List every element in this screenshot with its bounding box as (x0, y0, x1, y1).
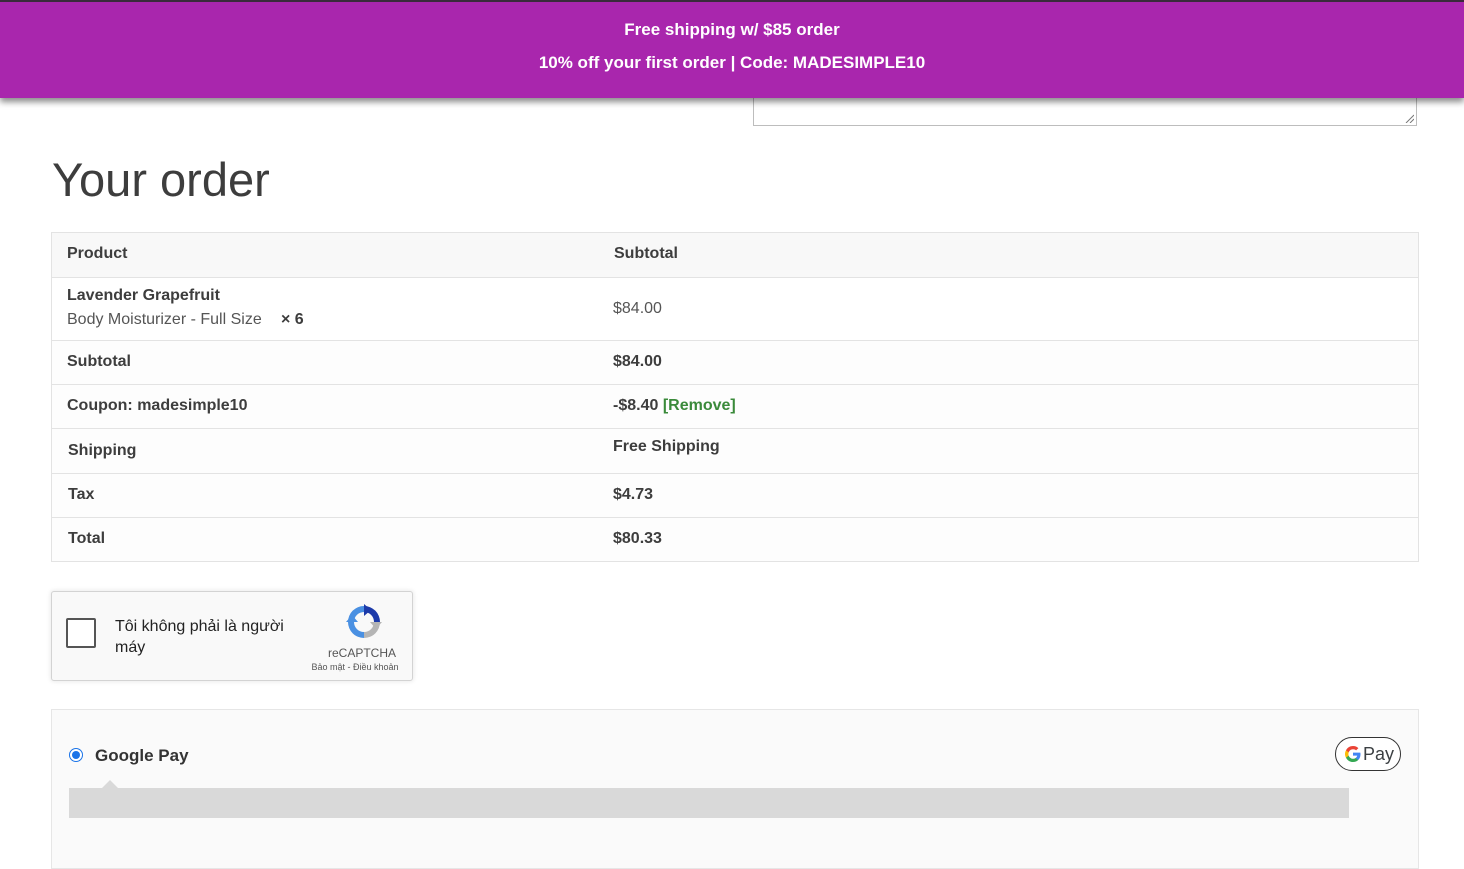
promo-banner: Free shipping w/ $85 order 10% off your … (0, 0, 1464, 98)
google-pay-badge: Pay (1335, 737, 1401, 771)
shipping-value: Free Shipping (613, 438, 720, 455)
tax-value: $4.73 (613, 486, 654, 503)
payment-methods: Google Pay Pay (51, 709, 1419, 869)
product-line-total: $84.00 (613, 300, 662, 317)
total-value: $80.33 (613, 530, 662, 547)
page-title: Your order (52, 153, 270, 206)
shipping-row: Shipping Free Shipping (52, 428, 1418, 473)
subtotal-value: $84.00 (613, 353, 662, 370)
tax-row: Tax $4.73 (52, 473, 1418, 517)
recaptcha-brand: reCAPTCHA (327, 646, 396, 660)
coupon-value: -$8.40 [Remove] (613, 397, 736, 415)
recaptcha-logo-icon (346, 604, 382, 638)
recaptcha-terms-link[interactable]: Bảo mật - Điều khoản (300, 662, 410, 672)
google-pay-badge-text: Pay (1363, 744, 1395, 764)
google-pay-button-placeholder[interactable] (69, 788, 1349, 818)
header-subtotal: Subtotal (614, 245, 678, 262)
payment-box-pointer (102, 780, 118, 788)
product-quantity: × 6 (281, 311, 304, 328)
recaptcha-checkbox[interactable] (66, 618, 96, 648)
coupon-discount: -$8.40 (613, 397, 659, 414)
table-row: Lavender Grapefruit Body Moisturizer - F… (52, 277, 1418, 340)
product-name: Lavender Grapefruit (67, 287, 220, 304)
subtotal-row: Subtotal $84.00 (52, 340, 1418, 384)
google-pay-label[interactable]: Google Pay (95, 746, 189, 766)
total-label: Total (68, 530, 106, 547)
remove-coupon-link[interactable]: [Remove] (663, 397, 736, 414)
product-variant: Body Moisturizer - Full Size (67, 311, 262, 328)
coupon-row: Coupon: madesimple10 -$8.40 [Remove] (52, 384, 1418, 428)
order-review-table: Product Subtotal Lavender Grapefruit Bod… (51, 232, 1419, 562)
resize-grip-icon[interactable] (1404, 113, 1414, 123)
recaptcha-label: Tôi không phải là người máy (115, 618, 284, 656)
google-g-icon (1345, 746, 1361, 762)
total-row: Total $80.33 (52, 517, 1418, 561)
tax-label: Tax (68, 486, 95, 503)
promo-discount-text: 10% off your first order | Code: MADESIM… (538, 53, 926, 72)
subtotal-label: Subtotal (67, 353, 131, 370)
recaptcha-widget: Tôi không phải là người máy reCAPTCHA Bả… (51, 591, 413, 681)
shipping-label: Shipping (68, 442, 137, 459)
promo-shipping-text: Free shipping w/ $85 order (624, 20, 840, 39)
google-pay-radio[interactable] (69, 748, 83, 762)
header-product: Product (67, 245, 128, 262)
coupon-label: Coupon: madesimple10 (67, 397, 248, 414)
table-header-row: Product Subtotal (52, 233, 1418, 277)
